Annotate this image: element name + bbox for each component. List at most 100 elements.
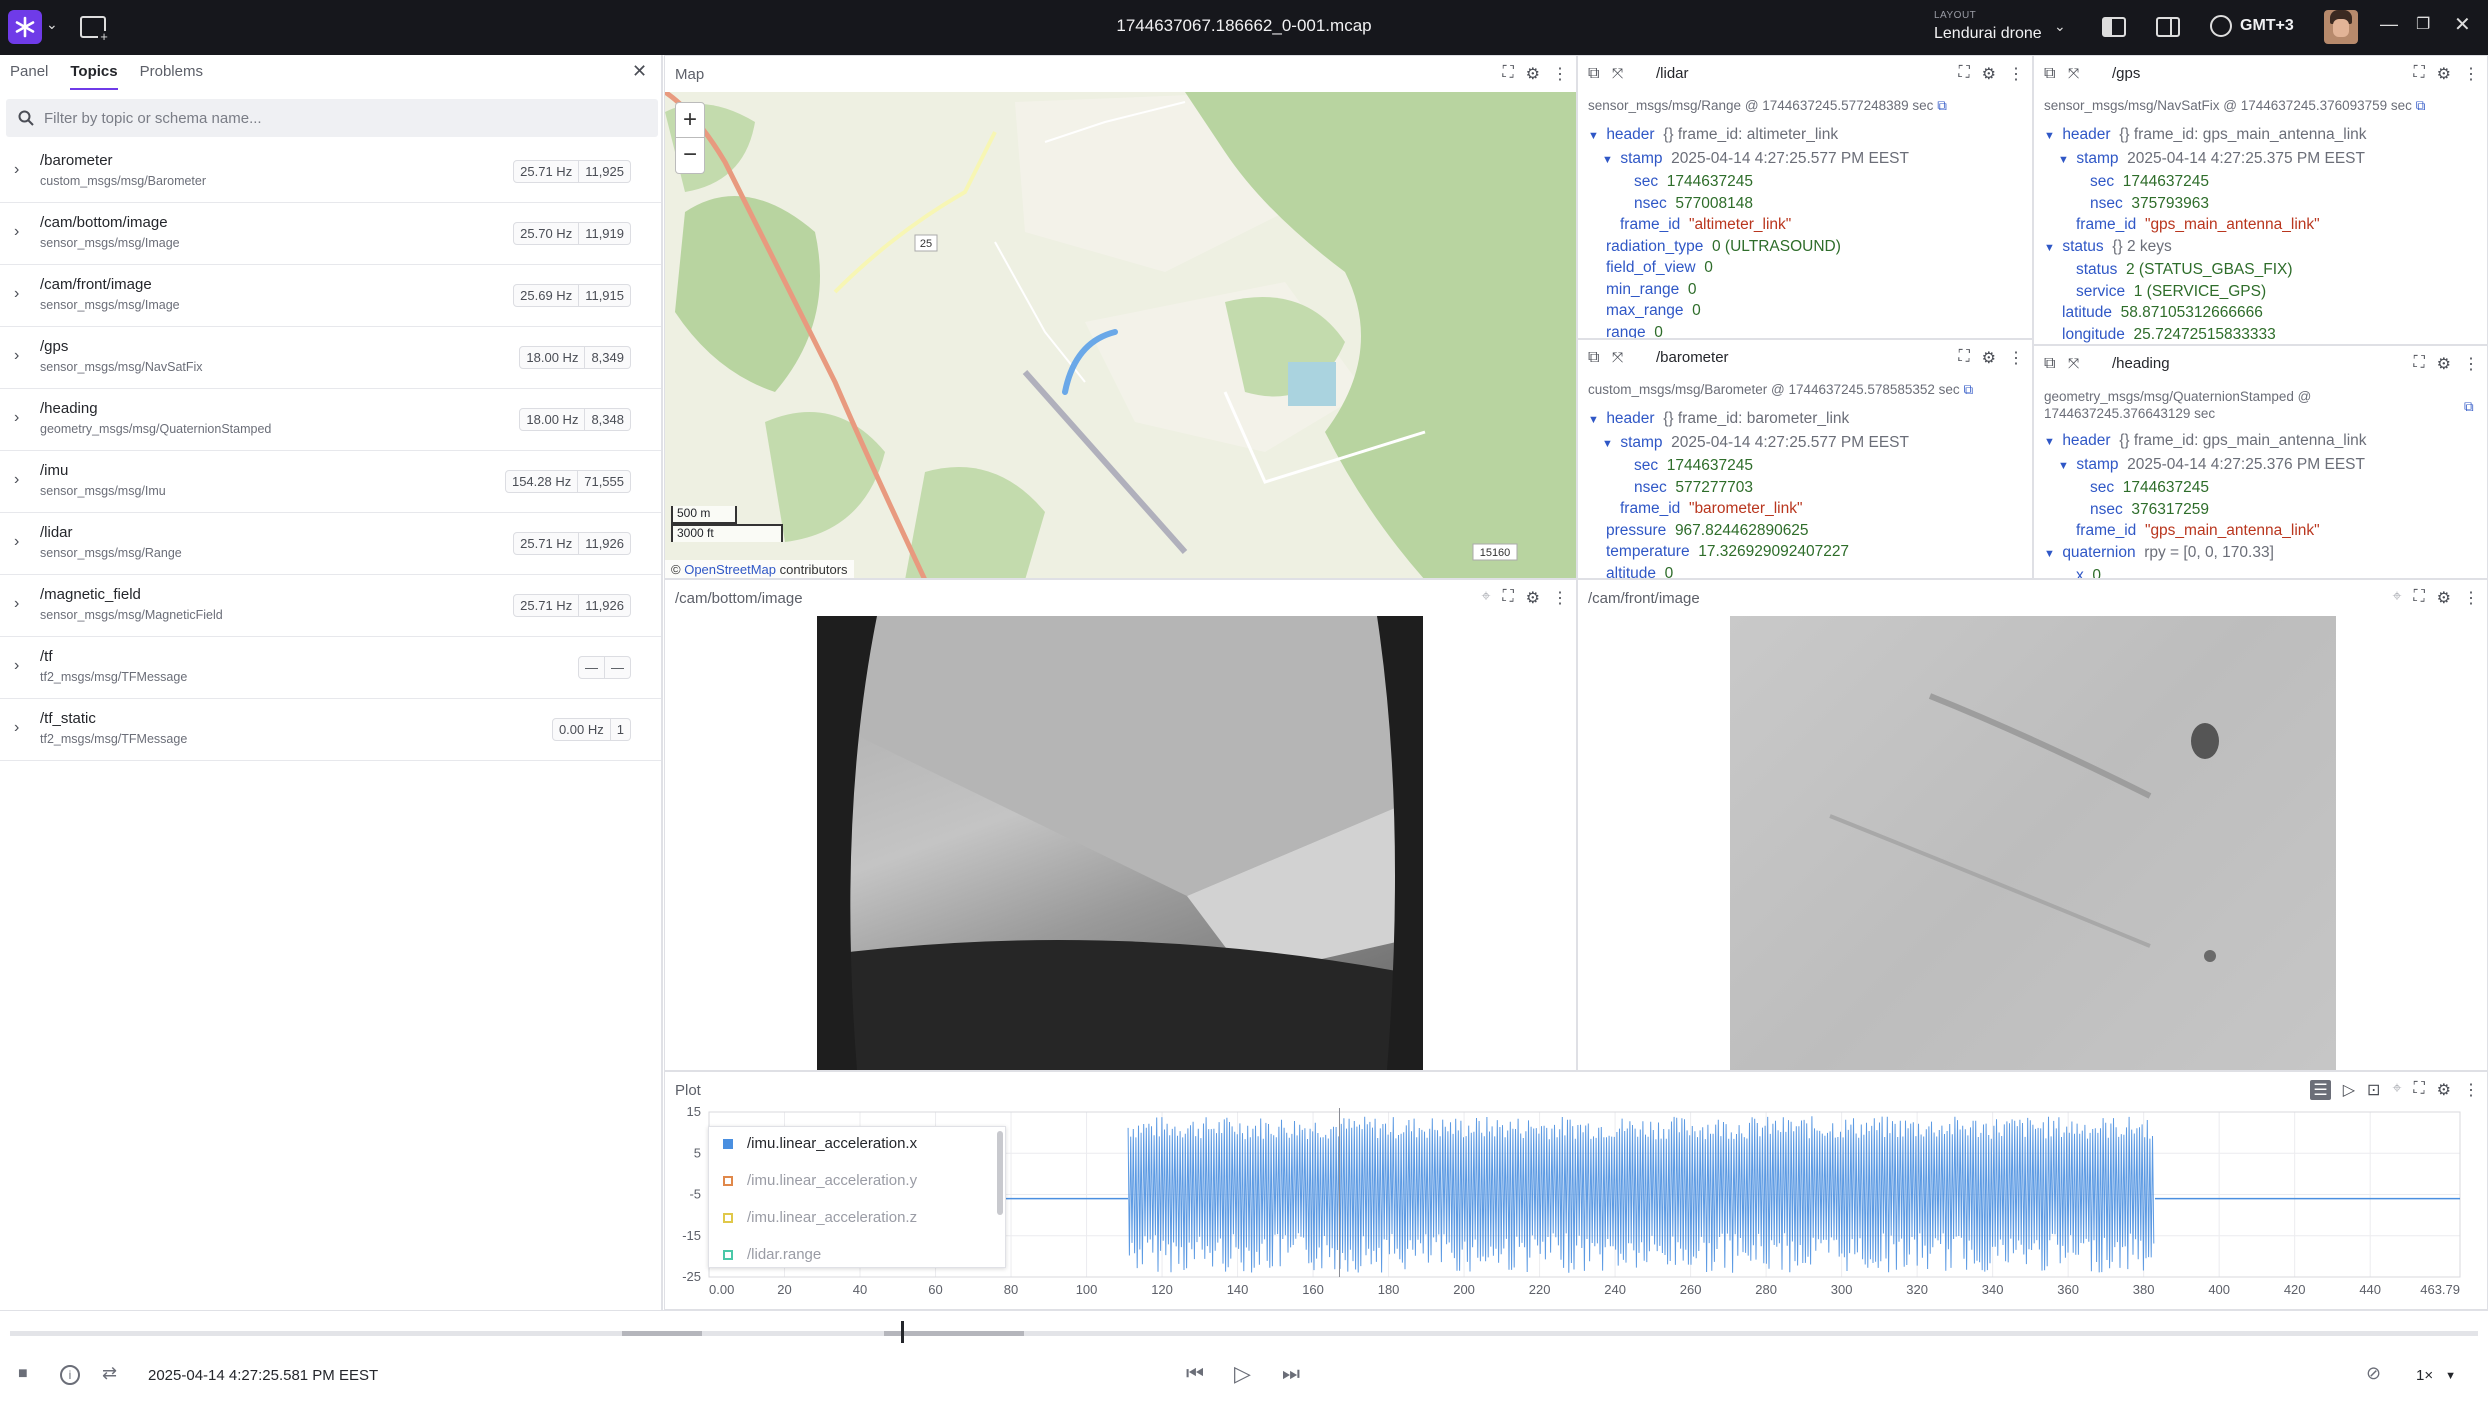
more-menu-icon[interactable]: ⋮: [2463, 64, 2479, 84]
chevron-right-icon[interactable]: ›: [14, 223, 19, 241]
collapse-icon[interactable]: ⤧: [2068, 65, 2079, 82]
topic-row[interactable]: › /barometer custom_msgs/msg/Barometer 25.7…: [0, 141, 661, 203]
user-avatar[interactable]: [2324, 10, 2358, 44]
zoom-out-button[interactable]: −: [675, 138, 705, 174]
fullscreen-icon[interactable]: ⛶: [2413, 354, 2424, 374]
copy-icon[interactable]: ⧉: [2416, 98, 2426, 113]
copy-icon[interactable]: ⧉: [1588, 349, 1599, 367]
crosshair-icon[interactable]: ⌖: [1481, 588, 1490, 608]
expand-icon[interactable]: ▼: [2058, 456, 2072, 478]
fullscreen-icon[interactable]: ⛶: [2413, 64, 2424, 84]
expand-icon[interactable]: ▼: [1588, 410, 1602, 432]
settings-icon[interactable]: ⚙: [2437, 354, 2451, 374]
current-timestamp[interactable]: 2025-04-14 4:27:25.581 PM EEST: [148, 1367, 378, 1384]
more-menu-icon[interactable]: ⋮: [1552, 64, 1568, 84]
fullscreen-icon[interactable]: ⛶: [2413, 588, 2424, 608]
seek-forward-icon[interactable]: ⏭: [1282, 1363, 1300, 1386]
topic-row[interactable]: › /cam/front/image sensor_msgs/msg/Image 25…: [0, 265, 661, 327]
zoom-in-button[interactable]: +: [675, 102, 705, 138]
more-menu-icon[interactable]: ⋮: [2463, 588, 2479, 608]
seek-backward-icon[interactable]: ⏮: [1186, 1363, 1204, 1386]
chevron-right-icon[interactable]: ›: [14, 409, 19, 427]
copy-icon[interactable]: ⧉: [1937, 98, 1947, 113]
more-menu-icon[interactable]: ⋮: [2008, 64, 2024, 84]
legend-item[interactable]: /imu.linear_acceleration.z: [723, 1209, 917, 1226]
chevron-right-icon[interactable]: ›: [14, 533, 19, 551]
left-sidebar-toggle[interactable]: [2102, 17, 2126, 37]
collapse-icon[interactable]: ⤧: [1612, 65, 1623, 82]
topic-row[interactable]: › /imu sensor_msgs/msg/Imu 154.28 Hz 71,555: [0, 451, 661, 513]
stop-icon[interactable]: ■: [18, 1365, 28, 1383]
settings-icon[interactable]: ⚙: [1526, 588, 1540, 608]
settings-icon[interactable]: ⚙: [1982, 64, 1996, 84]
timezone-button[interactable]: GMT+3: [2210, 15, 2294, 37]
topic-search-input[interactable]: [44, 99, 644, 137]
legend-scrollbar[interactable]: [997, 1131, 1003, 1215]
tab-problems[interactable]: Problems: [140, 63, 203, 90]
legend-item[interactable]: /imu.linear_acceleration.x: [723, 1135, 917, 1152]
collapse-icon[interactable]: ⤧: [2068, 355, 2079, 372]
sync-off-icon[interactable]: ⊘: [2366, 1363, 2381, 1384]
expand-icon[interactable]: ▼: [1588, 126, 1602, 148]
collapse-icon[interactable]: ⤧: [1612, 349, 1623, 366]
settings-icon[interactable]: ⚙: [2437, 64, 2451, 84]
copy-icon[interactable]: ⧉: [2044, 65, 2055, 83]
crosshair-icon[interactable]: ⌖: [2392, 588, 2401, 608]
topic-path-input[interactable]: /gps: [2112, 65, 2140, 82]
camera-image[interactable]: [1730, 616, 2336, 1070]
chevron-right-icon[interactable]: ›: [14, 161, 19, 179]
copy-icon[interactable]: ⧉: [2464, 398, 2474, 415]
expand-icon[interactable]: ▼: [2044, 432, 2058, 454]
more-menu-icon[interactable]: ⋮: [2463, 354, 2479, 374]
topic-row[interactable]: › /magnetic_field sensor_msgs/msg/Magnetic…: [0, 575, 661, 637]
topic-row[interactable]: › /lidar sensor_msgs/msg/Range 25.71 Hz 11,9…: [0, 513, 661, 575]
fullscreen-icon[interactable]: ⛶: [1958, 64, 1969, 84]
fullscreen-icon[interactable]: ⛶: [1958, 348, 1969, 368]
settings-icon[interactable]: ⚙: [1982, 348, 1996, 368]
settings-icon[interactable]: ⚙: [1526, 64, 1540, 84]
fullscreen-icon[interactable]: ⛶: [1502, 64, 1513, 84]
layout-selector[interactable]: Lendurai drone: [1934, 25, 2042, 43]
fullscreen-icon[interactable]: ⛶: [1502, 588, 1513, 608]
tab-topics[interactable]: Topics: [70, 63, 118, 90]
camera-image[interactable]: [817, 616, 1423, 1070]
restore-window-icon[interactable]: ❐: [2416, 14, 2430, 34]
topic-row[interactable]: › /tf tf2_msgs/msg/TFMessage — —: [0, 637, 661, 699]
close-window-icon[interactable]: ✕: [2454, 12, 2471, 37]
close-sidebar-icon[interactable]: ✕: [632, 61, 647, 82]
minimize-window-icon[interactable]: —: [2380, 14, 2398, 35]
more-menu-icon[interactable]: ⋮: [1552, 588, 1568, 608]
chevron-right-icon[interactable]: ›: [14, 285, 19, 303]
openstreetmap-link[interactable]: OpenStreetMap: [684, 562, 776, 577]
playback-scrubber[interactable]: [10, 1321, 2478, 1343]
right-sidebar-toggle[interactable]: [2156, 17, 2180, 37]
chevron-right-icon[interactable]: ›: [14, 595, 19, 613]
expand-icon[interactable]: ▼: [2044, 238, 2058, 260]
more-menu-icon[interactable]: ⋮: [2008, 348, 2024, 368]
topic-path-input[interactable]: /barometer: [1656, 349, 1729, 366]
topic-row[interactable]: › /gps sensor_msgs/msg/NavSatFix 18.00 Hz 8,…: [0, 327, 661, 389]
playhead[interactable]: [900, 1321, 904, 1343]
expand-icon[interactable]: ▼: [2044, 544, 2058, 566]
expand-icon[interactable]: ▼: [1602, 150, 1616, 172]
legend-item[interactable]: /lidar.range: [723, 1246, 821, 1263]
chevron-right-icon[interactable]: ›: [14, 657, 19, 675]
playback-speed-select[interactable]: 1× ▼: [2416, 1367, 2456, 1385]
topic-row[interactable]: › /cam/bottom/image sensor_msgs/msg/Image 2…: [0, 203, 661, 265]
settings-icon[interactable]: ⚙: [2437, 588, 2451, 608]
loop-icon[interactable]: ⇄: [102, 1363, 117, 1384]
legend-item[interactable]: /imu.linear_acceleration.y: [723, 1172, 917, 1189]
map-canvas[interactable]: 25 15160 + − 500 m 3000 ft © OpenStreetM…: [665, 89, 1576, 578]
chevron-right-icon[interactable]: ›: [14, 471, 19, 489]
copy-icon[interactable]: ⧉: [1963, 382, 1973, 397]
topic-row[interactable]: › /heading geometry_msgs/msg/QuaternionSta…: [0, 389, 661, 451]
topic-row[interactable]: › /tf_static tf2_msgs/msg/TFMessage 0.00 Hz…: [0, 699, 661, 761]
expand-icon[interactable]: ▼: [2058, 150, 2072, 172]
expand-icon[interactable]: ▼: [1602, 434, 1616, 456]
chevron-down-icon[interactable]: ⌄: [2054, 18, 2066, 35]
expand-icon[interactable]: ▼: [2044, 126, 2058, 148]
tab-panel[interactable]: Panel: [10, 63, 48, 90]
play-icon[interactable]: ▷: [1234, 1361, 1251, 1387]
copy-icon[interactable]: ⧉: [1588, 65, 1599, 83]
info-icon[interactable]: i: [60, 1365, 80, 1385]
